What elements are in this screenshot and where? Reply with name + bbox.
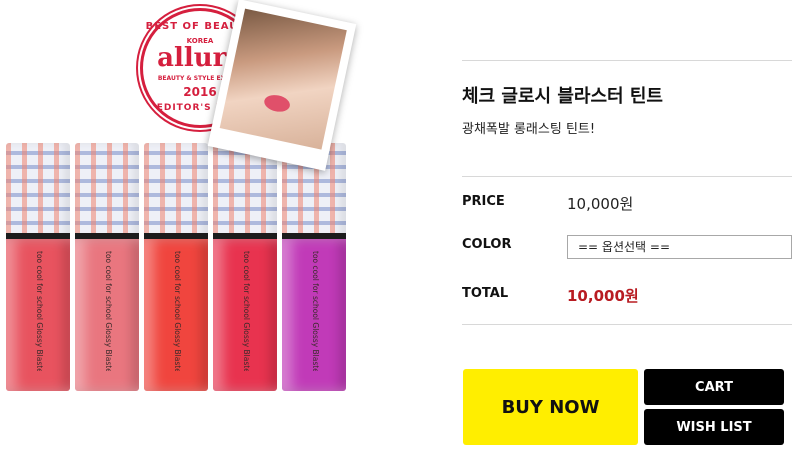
price-value: 10,000원	[567, 195, 634, 213]
tube-label: too cool for school Glossy Blaster Tint	[311, 251, 320, 371]
product-subtitle: 광채폭발 롱래스팅 틴트!	[462, 122, 596, 137]
total-value: 10,000원	[567, 287, 639, 305]
divider	[462, 324, 792, 325]
tube-label: too cool for school Glossy Blaster Tint	[35, 251, 44, 371]
product-tube: too cool for school Glossy Blaster Tint	[75, 143, 139, 391]
product-tube: too cool for school Glossy Blaster Tint	[144, 143, 208, 391]
color-option-select[interactable]: == 옵션선택 ==	[567, 235, 792, 259]
product-tube: too cool for school Glossy Blaster Tint	[282, 143, 346, 391]
product-title: 체크 글로시 블라스터 틴트	[462, 86, 663, 107]
wish-list-button[interactable]: WISH LIST	[644, 409, 784, 445]
divider	[462, 60, 792, 61]
divider	[462, 176, 792, 177]
product-tube: too cool for school Glossy Blaster Tint	[6, 143, 70, 391]
buy-now-button[interactable]: BUY NOW	[463, 369, 638, 445]
tube-label: too cool for school Glossy Blaster Tint	[173, 251, 182, 371]
tube-label: too cool for school Glossy Blaster Tint	[242, 251, 251, 371]
total-label: TOTAL	[462, 286, 509, 301]
color-label: COLOR	[462, 237, 512, 252]
model-face-image	[219, 8, 347, 150]
cart-button[interactable]: CART	[644, 369, 784, 405]
tube-label: too cool for school Glossy Blaster Tint	[104, 251, 113, 371]
product-tube: too cool for school Glossy Blaster Tint	[213, 143, 277, 391]
price-label: PRICE	[462, 194, 505, 209]
product-image: too cool for school Glossy Blaster Tint …	[0, 0, 440, 460]
